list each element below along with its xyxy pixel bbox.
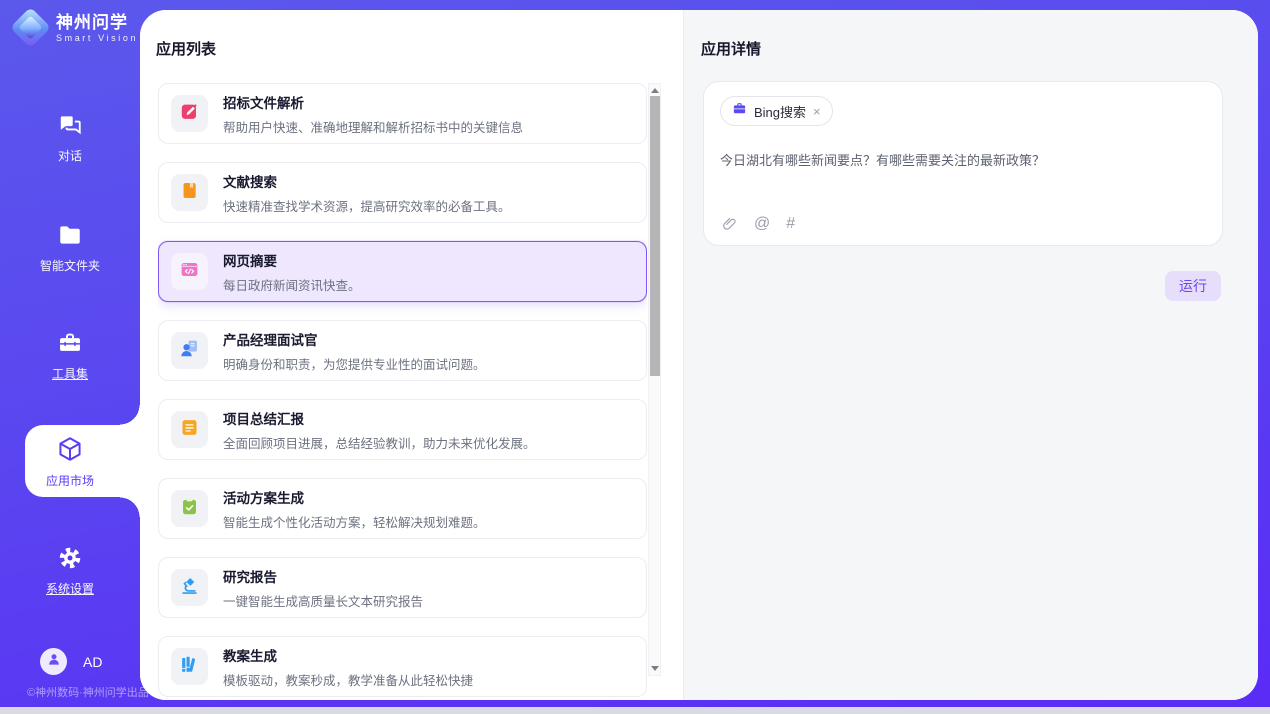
sidebar-item-chat[interactable]: 对话: [0, 112, 140, 164]
app-card[interactable]: 教案生成 模板驱动，教案秒成，教学准备从此轻松快捷: [158, 636, 647, 697]
app-card-title: 教案生成: [223, 645, 473, 665]
edit-document-icon: [179, 101, 200, 127]
tool-tag-close-icon[interactable]: ×: [813, 105, 821, 118]
active-tab-bubble-fillet-bottom: [120, 497, 140, 517]
sidebar: 神州问学 Smart Vision 对话 智能文件夹 工具集 应用市场 系统设置…: [0, 0, 140, 714]
app-icon-tile: [171, 95, 208, 132]
app-card-description: 快速精准查找学术资源，提高研究效率的必备工具。: [223, 196, 511, 215]
scrollbar[interactable]: [648, 83, 661, 676]
app-card[interactable]: 网页摘要 每日政府新闻资讯快查。: [158, 241, 647, 302]
active-tab-bubble-fillet-top: [120, 405, 140, 425]
app-list-title: 应用列表: [156, 38, 216, 59]
briefcase-icon: [732, 101, 747, 121]
input-icon-row: @#: [721, 215, 795, 233]
sidebar-item-label: 应用市场: [0, 472, 140, 489]
sidebar-item-label: 系统设置: [0, 580, 140, 597]
sidebar-item-smart-folder[interactable]: 智能文件夹: [0, 222, 140, 274]
app-detail-title: 应用详情: [701, 38, 761, 59]
sidebar-item-label: 对话: [0, 147, 140, 164]
brand-name: 神州问学: [56, 13, 138, 33]
content-area: 应用列表 招标文件解析 帮助用户快速、准确地理解和解析招标书中的关键信息 文献搜…: [140, 10, 1258, 700]
mention-icon[interactable]: @: [754, 215, 770, 233]
sidebar-item-app-market[interactable]: 应用市场: [0, 435, 140, 489]
webpage-code-icon: [179, 259, 200, 285]
diamond-logo-icon: [10, 7, 51, 48]
clipboard-check-icon: [179, 496, 200, 522]
app-list: 招标文件解析 帮助用户快速、准确地理解和解析招标书中的关键信息 文献搜索 快速精…: [158, 83, 647, 700]
app-card-description: 每日政府新闻资讯快查。: [223, 275, 361, 294]
app-list-panel: 应用列表 招标文件解析 帮助用户快速、准确地理解和解析招标书中的关键信息 文献搜…: [140, 10, 683, 700]
window-bottom-strip: [0, 707, 1270, 714]
app-card-description: 一键智能生成高质量长文本研究报告: [223, 591, 423, 610]
prompt-input[interactable]: 今日湖北有哪些新闻要点？有哪些需要关注的最新政策？: [720, 150, 1206, 169]
interviewer-icon: [179, 338, 200, 364]
brand-logo: 神州问学 Smart Vision: [16, 13, 138, 43]
tool-tag-label: Bing搜索: [754, 102, 806, 121]
copyright-footer: ©神州数码·神州问学出品: [27, 684, 149, 700]
app-card[interactable]: 产品经理面试官 明确身份和职责，为您提供专业性的面试问题。: [158, 320, 647, 381]
gear-icon: [57, 545, 83, 573]
app-icon-tile: [171, 411, 208, 448]
sidebar-item-toolset[interactable]: 工具集: [0, 330, 140, 382]
app-card[interactable]: 项目总结汇报 全面回顾项目进展，总结经验教训，助力未来优化发展。: [158, 399, 647, 460]
book-icon: [179, 180, 200, 206]
notes-icon: [179, 417, 200, 443]
app-detail-panel: 应用详情 Bing搜索 × 今日湖北有哪些新闻要点？有哪些需要关注的最新政策？ …: [683, 10, 1258, 700]
toolbox-icon: [57, 330, 83, 358]
run-button[interactable]: 运行: [1165, 271, 1221, 301]
app-icon-tile: [171, 648, 208, 685]
app-card-description: 全面回顾项目进展，总结经验教训，助力未来优化发展。: [223, 433, 536, 452]
app-icon-tile: [171, 490, 208, 527]
app-card-title: 产品经理面试官: [223, 329, 486, 349]
app-card-title: 项目总结汇报: [223, 408, 536, 428]
app-icon-tile: [171, 332, 208, 369]
app-card-description: 模板驱动，教案秒成，教学准备从此轻松快捷: [223, 670, 473, 689]
prompt-card: Bing搜索 × 今日湖北有哪些新闻要点？有哪些需要关注的最新政策？ @#: [703, 81, 1223, 246]
app-card[interactable]: 活动方案生成 智能生成个性化活动方案，轻松解决规划难题。: [158, 478, 647, 539]
app-card-title: 网页摘要: [223, 250, 361, 270]
microscope-icon: [179, 575, 200, 601]
scrollbar-up-arrow[interactable]: [649, 85, 660, 96]
tool-tag-bing-search[interactable]: Bing搜索 ×: [720, 96, 833, 126]
avatar[interactable]: [40, 648, 67, 675]
app-icon-tile: [171, 253, 208, 290]
app-card[interactable]: 文献搜索 快速精准查找学术资源，提高研究效率的必备工具。: [158, 162, 647, 223]
app-card[interactable]: 招标文件解析 帮助用户快速、准确地理解和解析招标书中的关键信息: [158, 83, 647, 144]
sidebar-item-label: 工具集: [0, 365, 140, 382]
paperclip-icon[interactable]: [721, 216, 738, 233]
brand-subtitle: Smart Vision: [56, 33, 138, 43]
app-card-title: 活动方案生成: [223, 487, 486, 507]
books-icon: [179, 654, 200, 680]
app-card-title: 研究报告: [223, 566, 423, 586]
app-card-description: 帮助用户快速、准确地理解和解析招标书中的关键信息: [223, 117, 523, 136]
app-card-description: 智能生成个性化活动方案，轻松解决规划难题。: [223, 512, 486, 531]
app-icon-tile: [171, 174, 208, 211]
person-icon: [46, 651, 62, 672]
user-name: AD: [83, 654, 102, 670]
scrollbar-thumb[interactable]: [650, 96, 660, 376]
hash-icon[interactable]: #: [786, 215, 795, 233]
folder-icon: [57, 222, 83, 250]
app-icon-tile: [171, 569, 208, 606]
app-card-description: 明确身份和职责，为您提供专业性的面试问题。: [223, 354, 486, 373]
cube-icon: [56, 435, 84, 463]
app-card-title: 文献搜索: [223, 171, 511, 191]
sidebar-item-system-settings[interactable]: 系统设置: [0, 545, 140, 597]
app-card-title: 招标文件解析: [223, 92, 523, 112]
chat-icon: [57, 112, 83, 140]
user-row[interactable]: AD: [40, 648, 102, 675]
app-card[interactable]: 研究报告 一键智能生成高质量长文本研究报告: [158, 557, 647, 618]
scrollbar-down-arrow[interactable]: [649, 663, 660, 674]
sidebar-item-label: 智能文件夹: [0, 257, 140, 274]
